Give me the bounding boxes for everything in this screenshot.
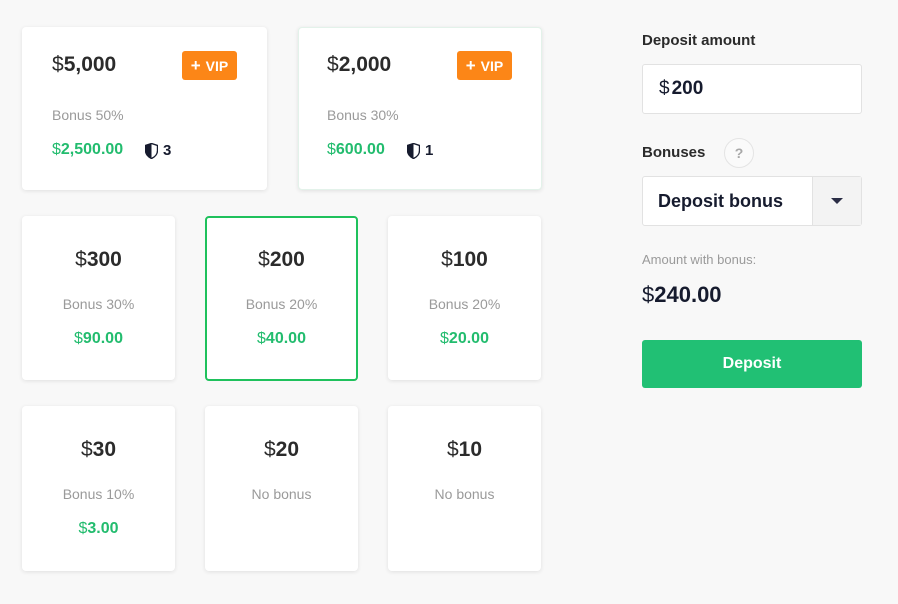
bonus-label: Bonus 30% — [327, 107, 399, 123]
package-amount: $2,000 — [327, 53, 392, 76]
package-amount: $10 — [446, 438, 483, 461]
vip-badge: + VIP — [182, 51, 237, 80]
package-card-10[interactable]: $10 No bonus — [388, 406, 541, 571]
bonus-amount: $20.00 — [440, 330, 489, 347]
bonus-amount: $90.00 — [74, 330, 123, 347]
deposit-amount-value: 200 — [671, 78, 704, 99]
shield-count: 3 — [145, 142, 171, 159]
amount-with-bonus-value: $240.00 — [642, 282, 722, 307]
vip-package-card-2000[interactable]: $2,000 + VIP Bonus 30% $600.00 1 — [298, 27, 542, 190]
deposit-button[interactable]: Deposit — [642, 340, 862, 388]
bonus-type-value: Deposit bonus — [658, 190, 783, 211]
package-card-30[interactable]: $30 Bonus 10% $3.00 — [22, 406, 175, 571]
vip-package-card-5000[interactable]: $5,000 + VIP Bonus 50% $2,500.00 3 — [22, 27, 267, 190]
help-question-icon[interactable]: ? — [724, 138, 754, 168]
vip-badge: + VIP — [457, 51, 512, 80]
package-card-100[interactable]: $100 Bonus 20% $20.00 — [388, 216, 541, 380]
bonus-amount: $2,500.00 — [52, 141, 124, 158]
package-card-20[interactable]: $20 No bonus — [205, 406, 358, 571]
bonus-label: Bonus 30% — [62, 296, 135, 312]
bonuses-label: Bonuses — [642, 144, 706, 161]
package-card-300[interactable]: $300 Bonus 30% $90.00 — [22, 216, 175, 380]
package-card-200-selected[interactable]: $200 Bonus 20% $40.00 — [205, 216, 358, 381]
bonus-type-select[interactable]: Deposit bonus — [642, 176, 862, 226]
shield-icon — [145, 142, 158, 159]
deposit-amount-label: Deposit amount — [642, 32, 756, 49]
bonus-amount: $600.00 — [327, 141, 385, 158]
amount-with-bonus-label: Amount with bonus: — [642, 252, 757, 267]
package-amount: $200 — [258, 248, 305, 271]
bonus-label: Bonus 10% — [62, 486, 135, 502]
shield-icon — [407, 142, 420, 159]
bonus-amount: $40.00 — [257, 330, 306, 347]
package-amount: $100 — [441, 248, 488, 271]
package-amount: $300 — [75, 248, 122, 271]
bonus-label: Bonus 50% — [52, 107, 124, 123]
bonus-label: Bonus 20% — [428, 296, 501, 312]
plus-icon: + — [190, 56, 201, 75]
bonus-label: Bonus 20% — [245, 296, 318, 312]
package-amount: $5,000 — [52, 53, 117, 76]
caret-down-icon — [831, 198, 843, 204]
dropdown-toggle[interactable] — [812, 177, 861, 225]
bonus-label: No bonus — [251, 486, 312, 502]
bonus-amount: $3.00 — [78, 520, 119, 537]
currency-prefix: $ — [659, 78, 670, 99]
shield-count: 1 — [407, 142, 433, 159]
deposit-amount-input[interactable]: $ 200 — [642, 64, 862, 114]
package-amount: $20 — [263, 438, 300, 461]
plus-icon: + — [465, 56, 476, 75]
package-amount: $30 — [80, 438, 117, 461]
bonus-label: No bonus — [434, 486, 495, 502]
